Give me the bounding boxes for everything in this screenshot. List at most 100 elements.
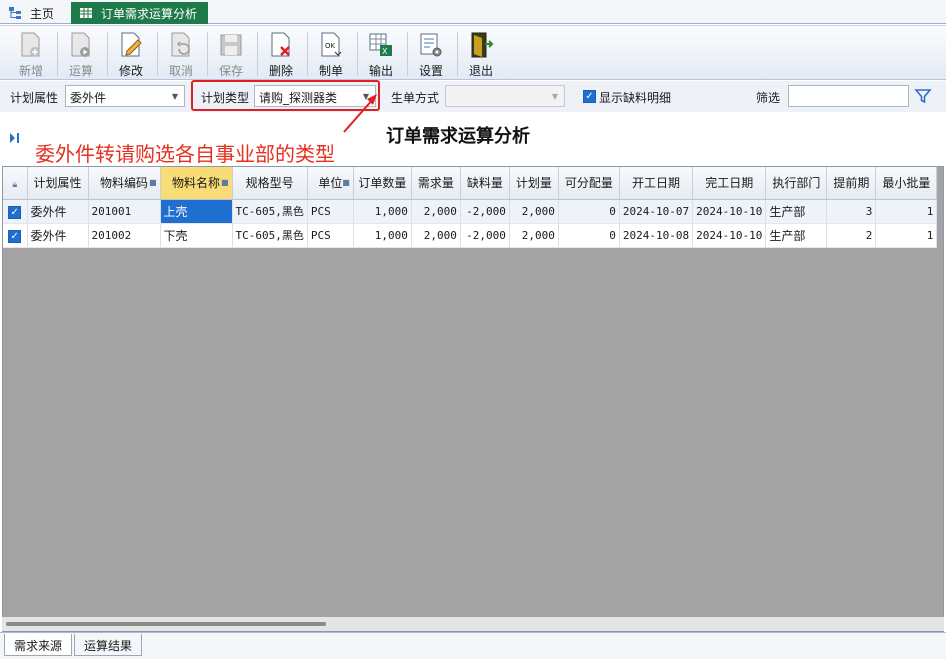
column-header[interactable]: 订单数量 — [353, 167, 412, 200]
tab-demand-source-label: 需求来源 — [14, 639, 63, 653]
exit-door-icon — [471, 32, 494, 58]
column-header[interactable]: 计划属性 — [27, 167, 89, 200]
table-cell[interactable]: 1 — [875, 199, 938, 224]
annotation-arrow — [343, 94, 377, 133]
table-cell[interactable]: 下壳 — [160, 223, 233, 248]
lock-icon: 🔒︎ — [12, 179, 18, 190]
lock-column-header[interactable]: 🔒︎ — [3, 167, 28, 200]
scrollbar-thumb[interactable] — [6, 622, 326, 626]
column-header[interactable]: 完工日期 — [692, 167, 767, 200]
bottom-tab-bar: 需求来源 运算结果 — [0, 632, 946, 659]
row-checkbox[interactable]: ✓ — [8, 229, 22, 243]
table-cell-selected[interactable]: 上壳 — [160, 199, 233, 224]
table-cell[interactable]: 委外件 — [27, 223, 89, 248]
table-cell[interactable]: 0 — [558, 199, 620, 224]
tab-demand-source[interactable]: 需求来源 — [4, 634, 73, 656]
exit-button-label: 退出 — [468, 64, 493, 78]
gen-method-combo[interactable]: ▼ — [445, 85, 565, 107]
gen-method-label: 生单方式 — [391, 91, 440, 105]
table-cell[interactable]: 生产部 — [765, 223, 828, 248]
new-button[interactable]: 新增 — [8, 28, 54, 79]
settings-button[interactable]: 设置 — [408, 28, 454, 79]
edit-button[interactable]: 修改 — [108, 28, 154, 79]
tab-calc-result[interactable]: 运算结果 — [74, 634, 143, 656]
tab-home[interactable]: 主页 — [8, 2, 68, 24]
show-shortage-checkbox[interactable]: ✓ — [583, 90, 596, 103]
table-cell[interactable]: -2,000 — [460, 223, 510, 248]
plan-attr-value: 委外件 — [70, 91, 107, 105]
table-cell[interactable]: 0 — [558, 223, 620, 248]
plan-attr-combo[interactable]: 委外件 ▼ — [65, 85, 185, 107]
column-header[interactable]: 缺料量 — [460, 167, 510, 200]
table-cell[interactable]: 3 — [826, 199, 877, 224]
table-cell[interactable]: TC-605,黑色 — [232, 199, 308, 224]
column-header[interactable]: 开工日期 — [619, 167, 694, 200]
column-header[interactable]: 最小批量 — [875, 167, 938, 200]
settings-icon — [420, 33, 442, 57]
table-cell[interactable]: 1 — [875, 223, 938, 248]
cancel-button-label: 取消 — [168, 64, 193, 78]
table-row[interactable]: ✓ 委外件 201001 上壳 TC-605,黑色 PCS 1,000 2,00… — [3, 199, 938, 224]
table-cell[interactable]: 201002 — [88, 223, 161, 248]
funnel-icon[interactable] — [914, 87, 932, 105]
column-header[interactable]: 需求量 — [411, 167, 461, 200]
table-cell[interactable]: 1,000 — [353, 223, 412, 248]
pin-icon: ■ — [342, 178, 350, 187]
row-checkbox-cell[interactable]: ✓ — [3, 199, 28, 224]
tab-order-analysis[interactable]: 订单需求运算分析 — [71, 2, 208, 24]
edit-button-label: 修改 — [118, 64, 143, 78]
table-row[interactable]: ✓ 委外件 201002 下壳 TC-605,黑色 PCS 1,000 2,00… — [3, 223, 938, 248]
column-header[interactable]: 提前期 — [826, 167, 877, 200]
edit-icon — [121, 32, 142, 57]
make-order-button[interactable]: OK 制单 — [308, 28, 354, 79]
column-header[interactable]: 计划量 — [509, 167, 559, 200]
table-cell[interactable]: PCS — [307, 223, 354, 248]
save-button[interactable]: 保存 — [208, 28, 254, 79]
table-icon — [80, 8, 92, 18]
column-header[interactable]: 执行部门 — [765, 167, 828, 200]
horizontal-scrollbar[interactable] — [2, 617, 944, 631]
expand-panel-icon[interactable] — [9, 132, 21, 144]
table-cell[interactable]: 2 — [826, 223, 877, 248]
export-button[interactable]: X 输出 — [358, 28, 404, 79]
table-cell[interactable]: 生产部 — [765, 199, 828, 224]
chevron-down-icon[interactable]: ▼ — [548, 88, 562, 104]
table-cell[interactable]: 201001 — [88, 199, 161, 224]
table-cell[interactable]: 2,000 — [411, 223, 461, 248]
table-cell[interactable]: 2024-10-07 — [619, 199, 694, 224]
column-header[interactable]: 单位 ■ — [307, 167, 354, 200]
column-header[interactable]: 物料名称 ■ — [160, 167, 233, 200]
delete-button[interactable]: 删除 — [258, 28, 304, 79]
row-checkbox[interactable]: ✓ — [8, 205, 22, 219]
new-button-label: 新增 — [18, 64, 43, 78]
exit-button[interactable]: 退出 — [458, 28, 504, 79]
table-cell[interactable]: 1,000 — [353, 199, 412, 224]
toolbar: 新增 运算 修改 取消 保存 删除 OK 制单 X 输出 设置 退出 — [0, 25, 946, 80]
table-cell[interactable]: 2,000 — [411, 199, 461, 224]
header-row: 🔒︎ 计划属性 物料编码 ■ 物料名称 ■ 规格型号 单位 ■ 订单数量 需求量 缺料… — [3, 167, 938, 200]
table-cell[interactable]: 委外件 — [27, 199, 89, 224]
column-header[interactable]: 物料编码 ■ — [88, 167, 161, 200]
export-button-label: 输出 — [368, 64, 393, 78]
save-button-label: 保存 — [218, 64, 243, 78]
table-cell[interactable]: PCS — [307, 199, 354, 224]
data-grid: 🔒︎ 计划属性 物料编码 ■ 物料名称 ■ 规格型号 单位 ■ 订单数量 需求量 缺料… — [2, 166, 944, 632]
chevron-down-icon[interactable]: ▼ — [168, 88, 182, 104]
column-header[interactable]: 规格型号 — [232, 167, 308, 200]
table-cell[interactable]: 2024-10-10 — [692, 223, 767, 248]
row-checkbox-cell[interactable]: ✓ — [3, 223, 28, 248]
cancel-button[interactable]: 取消 — [158, 28, 204, 79]
filter-input[interactable] — [788, 85, 909, 107]
column-header[interactable]: 可分配量 — [558, 167, 620, 200]
table-cell[interactable]: 2024-10-08 — [619, 223, 694, 248]
table-cell[interactable]: -2,000 — [460, 199, 510, 224]
pin-icon: ■ — [220, 178, 229, 187]
undo-icon — [171, 32, 190, 57]
table-cell[interactable]: 2,000 — [509, 199, 559, 224]
table-cell[interactable]: 2,000 — [509, 223, 559, 248]
settings-button-label: 设置 — [418, 64, 443, 78]
table-cell[interactable]: 2024-10-10 — [692, 199, 767, 224]
run-button[interactable]: 运算 — [58, 28, 104, 79]
table-cell[interactable]: TC-605,黑色 — [232, 223, 308, 248]
run-button-label: 运算 — [68, 64, 93, 78]
